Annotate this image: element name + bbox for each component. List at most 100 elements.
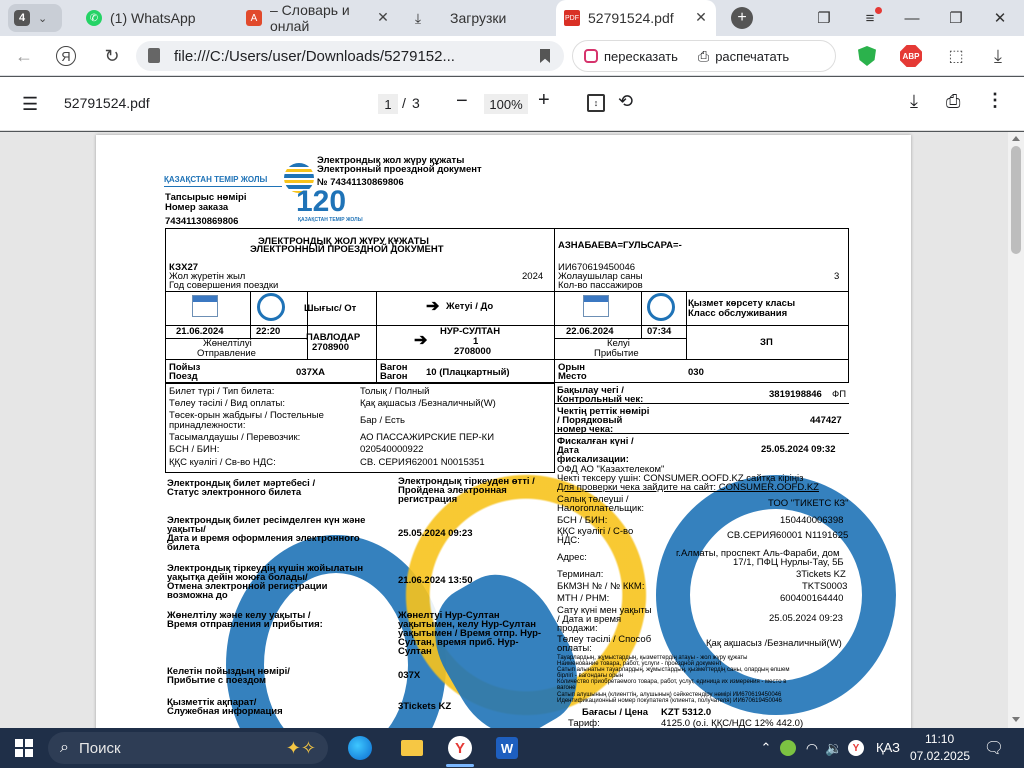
print-icon[interactable]: ⎙ [946, 91, 960, 112]
adblock-icon[interactable]: ABP [900, 45, 922, 67]
yandex-tray-icon[interactable]: Y [842, 734, 870, 762]
departure-label-ru: Отправление [197, 348, 256, 359]
back-button[interactable]: ← [12, 44, 36, 68]
bookmark-icon[interactable] [540, 49, 550, 63]
page-total: 3 [412, 95, 420, 111]
tab-counter-button[interactable]: 4 ⌄ [8, 4, 62, 32]
downloads-icon[interactable]: ⤓ [986, 44, 1010, 68]
pdf-icon: PDF [564, 10, 580, 26]
times-value: Султан [398, 646, 432, 657]
page-number-input[interactable]: 1 [378, 94, 398, 114]
notifications-icon[interactable]: 🗨 [980, 734, 1008, 762]
terminal-value: 3Tickets KZ [796, 569, 846, 580]
clock-icon [647, 293, 675, 321]
menu-icon[interactable]: ≡ [860, 7, 882, 28]
scroll-up-arrow[interactable] [1012, 136, 1020, 141]
more-options-icon[interactable]: ⋮ [986, 90, 1004, 111]
car-value: 10 (Плацкартный) [426, 367, 510, 378]
tab-whatsapp[interactable]: ✆ (1) WhatsApp [78, 4, 234, 32]
seat-label-ru: Место [558, 371, 587, 382]
pdf-toolbar: ☰ 52791524.pdf 1 / 3 − 100% + ↕ ⟲ ⤓ ⎙ ⋮ [0, 77, 1024, 131]
clock-time[interactable]: 11:10 [925, 732, 954, 746]
collections-icon[interactable]: ❐ [814, 8, 834, 28]
from-label: Шығыс/ От [304, 303, 357, 314]
edge-icon[interactable] [348, 736, 372, 760]
anniversary-logo: 120 [296, 185, 347, 218]
arrival-time: 07:34 [647, 326, 672, 337]
arrival-label-ru: Прибытие [594, 348, 639, 359]
car-label-ru: Вагон [380, 371, 408, 382]
order-label-ru: Номер заказа [165, 202, 229, 213]
download-icon: ⤓ [414, 9, 422, 26]
search-icon: ⌕ [60, 739, 69, 756]
yandex-button[interactable]: Я [56, 46, 76, 66]
price-value: KZT 5312.0 [661, 707, 712, 718]
minimize-button[interactable]: — [902, 8, 922, 28]
service-info-label: Служебная информация [167, 706, 283, 717]
service-class-label-ru: Класс обслуживания [688, 308, 788, 319]
zoom-in-button[interactable]: + [538, 89, 550, 112]
fit-page-icon[interactable]: ↕ [587, 94, 605, 112]
taskbar-search-box[interactable]: ⌕ Поиск ✦✧ [48, 732, 328, 764]
scroll-thumb[interactable] [1011, 146, 1021, 254]
tab-strip: 4 ⌄ ✆ (1) WhatsApp A – Словарь и онлай ✕… [0, 0, 1024, 36]
windows-start-icon[interactable] [10, 734, 38, 762]
year-value: 2024 [522, 271, 544, 282]
detail-label: Тасымалдаушы / Перевозчик: [169, 432, 301, 443]
close-icon[interactable]: ✕ [374, 9, 392, 26]
doc-number: № 74341130869806 [317, 177, 404, 188]
tab-title: 52791524.pdf [588, 10, 674, 26]
close-icon[interactable]: ✕ [692, 9, 710, 26]
extensions-icon[interactable]: ⬚ [944, 44, 968, 68]
tab-dictionary[interactable]: A – Словарь и онлай ✕ [238, 2, 398, 34]
tab-downloads[interactable]: ⤓ Загрузки [402, 4, 552, 32]
train-number: 037ХА [296, 367, 326, 378]
zoom-level-input[interactable]: 100% [484, 94, 528, 114]
address-label: Адрес: [557, 552, 587, 563]
vertical-scrollbar[interactable] [1008, 132, 1024, 728]
whatsapp-icon: ✆ [86, 10, 102, 26]
restore-button[interactable]: ❐ [946, 8, 966, 28]
seat-value: 030 [688, 367, 704, 378]
download-pdf-icon[interactable]: ⤓ [910, 91, 918, 112]
goods-info: Количество приобретаемого товара, работ,… [557, 679, 787, 685]
retell-button[interactable]: пересказать [576, 42, 686, 70]
rnm-label: МТН / РНМ: [557, 593, 610, 604]
file-explorer-icon[interactable] [398, 734, 426, 762]
clock-date[interactable]: 07.02.2025 [910, 749, 970, 763]
print-label: распечатать [715, 48, 790, 64]
scroll-down-arrow[interactable] [1012, 717, 1020, 722]
language-indicator[interactable]: ҚАЗ [876, 740, 900, 755]
goods-info: вагоне [557, 685, 576, 691]
vat-value: СВ.СЕРИЯ60001 N1191625 [727, 530, 849, 541]
yandex-browser-icon[interactable]: Y [448, 736, 472, 760]
retell-icon [584, 49, 598, 63]
fiscal-date-value: 25.05.2024 09:32 [761, 444, 836, 455]
active-app-indicator [446, 764, 474, 767]
new-tab-button[interactable]: + [731, 7, 753, 29]
tab-pdf[interactable]: PDF 52791524.pdf ✕ [556, 0, 716, 36]
detail-value: Толық / Полный [360, 386, 430, 397]
to-code: 2708000 [454, 346, 491, 357]
times-label: Время отправления и прибытия: [167, 619, 323, 630]
print-page-button[interactable]: ⎙ распечатать [690, 42, 797, 70]
shield-icon[interactable] [858, 46, 876, 66]
train-label-ru: Поезд [169, 371, 198, 382]
close-window-button[interactable]: ✕ [990, 8, 1010, 28]
hamburger-menu-icon[interactable]: ☰ [22, 94, 38, 115]
word-icon[interactable]: W [496, 737, 518, 759]
address-field[interactable]: file:///C:/Users/user/Downloads/5279152.… [136, 41, 564, 71]
reload-button[interactable]: ↻ [100, 44, 124, 68]
rotate-icon[interactable]: ⟲ [618, 91, 633, 112]
price-label: Бағасы / Цена [582, 707, 649, 718]
file-icon [148, 48, 160, 63]
chevron-down-icon: ⌄ [38, 12, 48, 25]
pax-label-ru: Кол-во пассажиров [558, 280, 643, 291]
arrival-date: 22.06.2024 [566, 326, 614, 337]
calendar-icon [192, 295, 218, 317]
translator-icon: A [246, 10, 262, 26]
terminal-label: Терминал: [557, 569, 604, 580]
zoom-out-button[interactable]: − [456, 90, 468, 113]
vat-label: НДС: [557, 535, 580, 546]
calendar-icon [583, 295, 609, 317]
